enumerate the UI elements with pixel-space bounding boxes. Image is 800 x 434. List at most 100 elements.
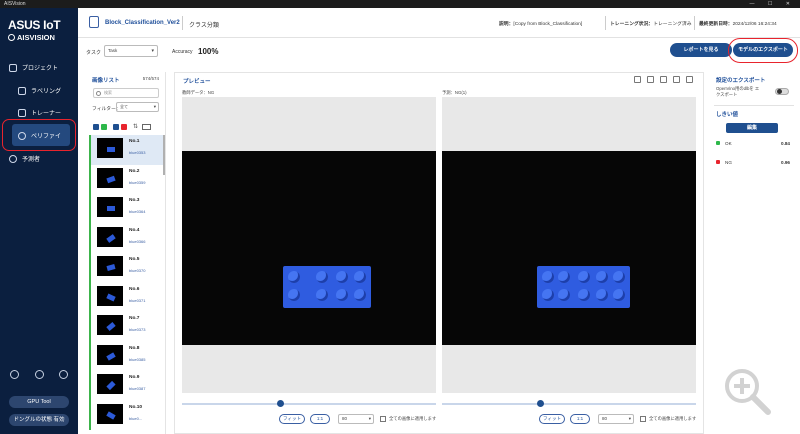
image-list: No.1 blue0353 No.2 blue0359 No.3 blue0364 No.4… bbox=[89, 135, 163, 433]
list-item[interactable]: No.7 blue0373 bbox=[89, 312, 163, 342]
list-item[interactable]: No.3 blue0364 bbox=[89, 194, 163, 224]
list-item[interactable]: No.4 blue0366 bbox=[89, 223, 163, 253]
item-number: No.5 bbox=[129, 257, 140, 262]
actual-size-button[interactable]: 1:1 bbox=[570, 414, 590, 424]
sidebar-item-trainer[interactable]: トレーナー bbox=[18, 108, 61, 117]
fit-button[interactable]: フィット bbox=[279, 414, 305, 424]
zoom-select[interactable]: 80 ▾ bbox=[598, 414, 634, 424]
list-item[interactable]: No.8 blue0385 bbox=[89, 341, 163, 371]
item-filename: blue0364 bbox=[129, 209, 146, 214]
preview-panel: プレビュー 教師データ：NG 予測：NG(1) フィット 1:1 80 ▾ 全て… bbox=[174, 72, 704, 434]
thumbnail-brick bbox=[106, 410, 116, 420]
thumbnail-brick bbox=[106, 351, 116, 361]
gpu-tool-button[interactable]: GPU Tool bbox=[9, 396, 69, 408]
edit-threshold-button[interactable]: 編集 bbox=[726, 123, 778, 133]
divider bbox=[182, 16, 183, 30]
link-icon[interactable] bbox=[634, 76, 641, 83]
list-item[interactable]: No.5 blue0370 bbox=[89, 253, 163, 283]
ok-color-chip bbox=[716, 141, 720, 145]
sidebar-item-label: ラベリング bbox=[31, 89, 62, 95]
thumbnail bbox=[97, 344, 123, 365]
thumbnail bbox=[97, 374, 123, 394]
search-icon bbox=[96, 90, 101, 96]
item-filename: blue0... bbox=[129, 415, 143, 421]
dongle-status: ドングルの状態 有効 bbox=[9, 414, 69, 426]
ok-color-chip bbox=[101, 123, 107, 130]
window-controls[interactable]: — ☐ ✕ bbox=[750, 0, 796, 8]
sidebar-item-label: トレーナー bbox=[31, 111, 62, 117]
stud bbox=[336, 289, 348, 301]
help-icon[interactable] bbox=[10, 370, 19, 379]
apply-all-checkbox[interactable] bbox=[380, 416, 386, 422]
item-number: No.7 bbox=[129, 316, 140, 321]
checkbox[interactable] bbox=[113, 123, 119, 130]
threshold-row-ok: OK 0.84 bbox=[716, 141, 794, 146]
compare-icon[interactable] bbox=[660, 76, 667, 83]
grid-icon[interactable] bbox=[647, 76, 654, 83]
scrollbar[interactable] bbox=[163, 135, 165, 175]
left-view-controls: フィット 1:1 80 ▾ 全ての画像に適用します bbox=[279, 414, 436, 424]
thumbnail bbox=[97, 226, 123, 247]
image-view-icon[interactable] bbox=[142, 123, 152, 130]
camera-icon[interactable] bbox=[673, 76, 680, 83]
zoom-in-icon[interactable] bbox=[722, 366, 772, 416]
item-filename: blue0385 bbox=[129, 356, 146, 362]
view-report-button[interactable]: レポートを見る bbox=[670, 43, 732, 57]
threshold-title: しきい値 bbox=[716, 112, 739, 118]
thumbnail-brick bbox=[106, 380, 116, 391]
image-canvas bbox=[182, 151, 436, 345]
stud bbox=[578, 289, 590, 301]
settings-icon[interactable] bbox=[59, 370, 68, 379]
thumbnail-brick bbox=[106, 264, 116, 271]
zoom-slider-right[interactable] bbox=[442, 400, 696, 407]
item-filename: blue0353 bbox=[129, 150, 146, 155]
apply-all-checkbox[interactable] bbox=[640, 416, 646, 422]
list-item[interactable]: No.1 blue0353 bbox=[89, 135, 163, 165]
item-filename: blue0370 bbox=[129, 268, 146, 273]
image-list-panel: 画像リスト 574/574 検索 フィルター： 全て ▾ ⇅ No.1 blue03… bbox=[86, 72, 166, 434]
predictor-icon bbox=[9, 154, 17, 163]
stud bbox=[336, 271, 348, 283]
item-filename: blue0387 bbox=[129, 386, 146, 391]
item-number: No.3 bbox=[129, 198, 140, 203]
ground-truth-image[interactable] bbox=[182, 97, 436, 393]
export-annotation-circle bbox=[728, 38, 798, 63]
stud bbox=[354, 289, 366, 301]
task-select[interactable]: Task ▾ bbox=[104, 45, 158, 57]
fit-button[interactable]: フィット bbox=[539, 414, 565, 424]
thumbnail bbox=[97, 197, 123, 217]
settings-icon[interactable] bbox=[686, 76, 693, 83]
header: Block_Classification_Ver2 クラス分類 説明：[Copy… bbox=[78, 8, 800, 38]
list-item[interactable]: No.6 blue0371 bbox=[89, 282, 163, 312]
export-settings-title: 設定のエクスポート bbox=[716, 78, 766, 84]
ground-truth-label: 教師データ：NG bbox=[182, 90, 215, 95]
export-toggle[interactable] bbox=[775, 88, 789, 95]
search-input[interactable]: 検索 bbox=[93, 88, 159, 98]
zoom-slider-left[interactable] bbox=[182, 400, 436, 407]
actual-size-button[interactable]: 1:1 bbox=[310, 414, 330, 424]
project-description: 説明：[Copy from Block_Classification] bbox=[499, 22, 583, 27]
stud bbox=[288, 289, 300, 301]
zoom-select[interactable]: 80 ▾ bbox=[338, 414, 374, 424]
list-item[interactable]: No.9 blue0387 bbox=[89, 371, 163, 401]
slider-handle[interactable] bbox=[537, 400, 544, 407]
toggle-knob bbox=[777, 89, 782, 94]
sidebar-item-labeling[interactable]: ラベリング bbox=[18, 86, 61, 95]
list-item[interactable]: No.10 blue0... bbox=[89, 400, 163, 430]
filter-select[interactable]: 全て ▾ bbox=[116, 102, 159, 112]
slider-handle[interactable] bbox=[277, 400, 284, 407]
tag-icon bbox=[18, 86, 26, 95]
prediction-label: 予測：NG(1) bbox=[442, 90, 467, 95]
list-item[interactable]: No.2 blue0359 bbox=[89, 164, 163, 194]
divider bbox=[605, 16, 606, 30]
sidebar-item-predictor[interactable]: 予測者 bbox=[9, 154, 40, 163]
prediction-image[interactable] bbox=[442, 97, 696, 393]
checkbox[interactable] bbox=[93, 123, 99, 130]
sort-icon[interactable]: ⇅ bbox=[133, 123, 138, 130]
thumbnail bbox=[97, 403, 123, 424]
info-icon[interactable] bbox=[34, 370, 44, 379]
stud bbox=[558, 271, 570, 283]
item-number: No.4 bbox=[129, 227, 140, 233]
sidebar-item-projects[interactable]: プロジェクト bbox=[9, 63, 58, 72]
stud bbox=[613, 289, 625, 301]
